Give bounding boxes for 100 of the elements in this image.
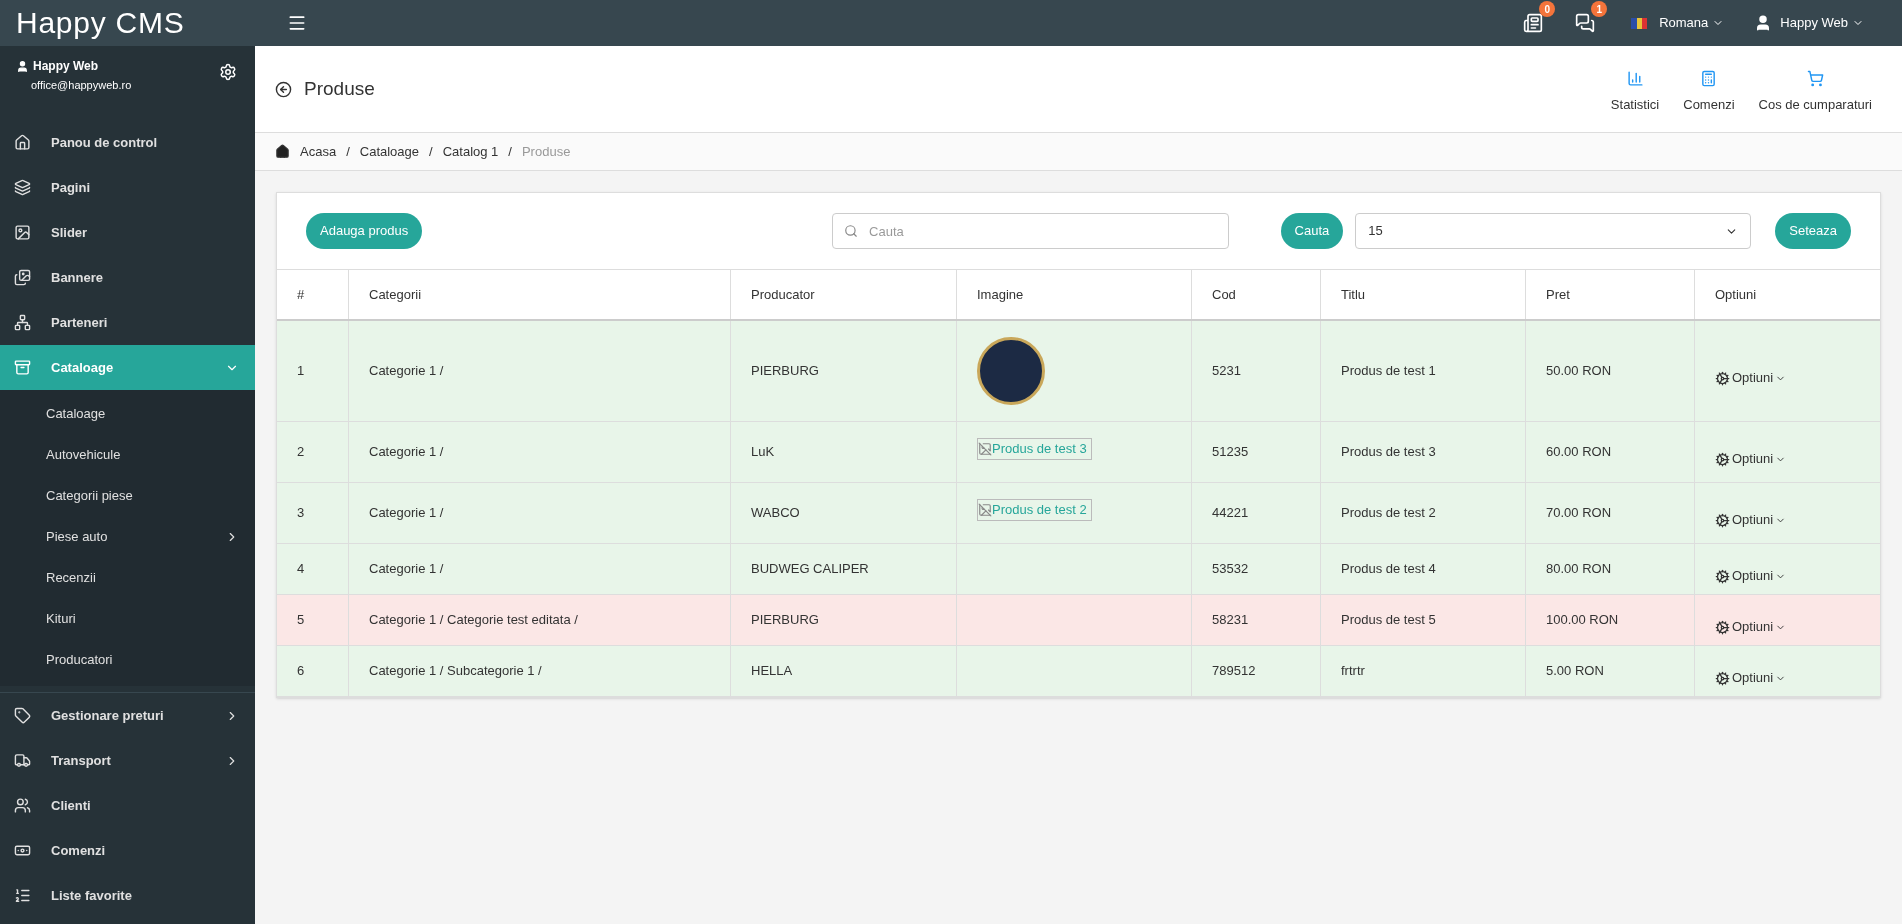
sidebar-item[interactable]: Slider xyxy=(0,210,255,255)
network-icon xyxy=(14,314,31,331)
column-header: Titlu xyxy=(1321,270,1526,319)
user-name: Happy Web xyxy=(33,58,99,75)
submenu-item[interactable]: Autovehicule xyxy=(0,434,255,475)
layers-icon xyxy=(14,179,31,196)
settings-icon[interactable] xyxy=(219,63,237,81)
table-cell-text: PIERBURG xyxy=(751,611,819,630)
table-cell-text: 789512 xyxy=(1212,662,1256,681)
submenu-item[interactable]: Cataloage xyxy=(0,393,255,434)
table-cell-text: 100.00 RON xyxy=(1546,611,1619,630)
column-header: Optiuni xyxy=(1714,285,1758,304)
gear-icon xyxy=(1715,512,1730,528)
table-cell-text: 5 xyxy=(297,611,305,630)
count-badge: 0 xyxy=(1539,1,1556,17)
sidebar-item[interactable]: Bannere xyxy=(0,255,255,300)
submenu-item[interactable]: Kituri xyxy=(0,598,255,639)
breadcrumb-link[interactable]: Cataloage xyxy=(359,141,420,162)
calculator-icon xyxy=(1700,69,1718,87)
column-header: Pret xyxy=(1526,270,1695,319)
table-cell-text: Produs de test 5 xyxy=(1341,611,1436,630)
table-cell-text: 70.00 RON xyxy=(1546,504,1612,523)
table-cell-text: 3 xyxy=(297,504,305,523)
flag-icon xyxy=(1631,17,1648,29)
count-badge: 1 xyxy=(1591,1,1608,17)
options-menu[interactable]: Optiuni xyxy=(1715,510,1787,530)
table-cell-text: Categorie 1 / xyxy=(369,362,444,381)
submenu-item[interactable]: Recenzii xyxy=(0,557,255,598)
sidebar-item[interactable]: Clienti xyxy=(0,783,255,828)
sidebar-item[interactable]: Transport xyxy=(0,738,255,783)
header-action[interactable]: Statistici xyxy=(1610,63,1660,115)
table-cell-text: 5231 xyxy=(1212,362,1241,381)
table-cell-text: 1 xyxy=(297,362,305,381)
bar-chart-icon xyxy=(1626,69,1644,87)
search-field[interactable]: Cauta xyxy=(832,213,1229,249)
gear-icon xyxy=(1715,568,1730,584)
table-cell-text: 5.00 RON xyxy=(1546,662,1604,681)
broken-image: Produs de test 3 xyxy=(977,438,1092,460)
options-menu[interactable]: Optiuni xyxy=(1715,617,1787,637)
logo[interactable]: Happy CMS xyxy=(16,8,185,38)
language-menu[interactable]: Romana xyxy=(1659,13,1725,33)
table-cell-text: Categorie 1 / xyxy=(369,560,444,579)
options-menu[interactable]: Optiuni xyxy=(1715,449,1787,469)
list-icon xyxy=(14,887,31,904)
table-cell-text: Produs de test 4 xyxy=(1341,560,1436,579)
column-header: Producator xyxy=(731,270,957,319)
breadcrumb-link[interactable]: Acasa xyxy=(300,141,337,162)
submenu-item[interactable]: Categorii piese xyxy=(0,475,255,516)
sidebar-item[interactable]: Gestionare preturi xyxy=(0,693,255,738)
table-cell-text: HELLA xyxy=(751,662,793,681)
users-icon xyxy=(14,797,31,814)
column-header: Categorii xyxy=(349,270,731,319)
submenu-item[interactable]: Producatori xyxy=(0,639,255,680)
tag-icon xyxy=(14,707,31,724)
sidebar-item[interactable]: Parteneri xyxy=(0,300,255,345)
table-cell-text: frtrtr xyxy=(1341,662,1365,681)
table-cell-text: BUDWEG CALIPER xyxy=(751,560,869,579)
sidebar-item[interactable]: Comenzi xyxy=(0,828,255,873)
table-cell-text: 50.00 RON xyxy=(1546,362,1612,381)
breadcrumb-link[interactable]: Catalog 1 xyxy=(442,141,499,162)
gear-icon xyxy=(1715,619,1730,635)
page-size-select[interactable]: 15 xyxy=(1355,213,1752,249)
table-cell-text: 51235 xyxy=(1212,443,1249,462)
user-icon xyxy=(16,59,29,73)
table-cell-text: Categorie 1 / xyxy=(369,504,444,523)
table-cell-text: Produs de test 3 xyxy=(1341,443,1436,462)
options-menu[interactable]: Optiuni xyxy=(1715,368,1787,388)
user-menu[interactable]: Happy Web xyxy=(1780,13,1864,33)
table-cell-text: 58231 xyxy=(1212,611,1249,630)
table-cell-text: Produs de test 1 xyxy=(1341,362,1436,381)
picture-icon xyxy=(14,224,31,241)
back-icon[interactable] xyxy=(275,80,292,98)
menu-icon[interactable] xyxy=(287,13,307,33)
breadcrumb-separator: / xyxy=(346,142,350,161)
options-menu[interactable]: Optiuni xyxy=(1715,668,1787,688)
table-cell-text: Categorie 1 / Subcategorie 1 / xyxy=(369,662,542,681)
sidebar-item[interactable]: Liste favorite xyxy=(0,873,255,918)
options-menu[interactable]: Optiuni xyxy=(1715,566,1787,586)
table-cell-text: Categorie 1 / Categorie test editata / xyxy=(369,611,578,630)
header-action[interactable]: Comenzi xyxy=(1683,63,1735,115)
sidebar-item[interactable]: Pagini xyxy=(0,165,255,210)
gear-icon xyxy=(1715,370,1730,386)
cart-icon xyxy=(1806,69,1824,87)
table-cell-text: 6 xyxy=(297,662,305,681)
table-cell-text: 44221 xyxy=(1212,504,1249,523)
table-cell-text: PIERBURG xyxy=(751,362,819,381)
header-action[interactable]: Cos de cumparaturi xyxy=(1758,63,1872,115)
sidebar-item[interactable]: Panou de control xyxy=(0,120,255,165)
user-email: office@happyweb.ro xyxy=(31,78,132,93)
submenu-item[interactable]: Piese auto xyxy=(0,516,255,557)
broken-image: Produs de test 2 xyxy=(977,499,1092,521)
column-header: Cod xyxy=(1192,270,1321,319)
house-icon xyxy=(14,134,31,151)
table-cell-text: 4 xyxy=(297,560,305,579)
table-cell-text: 80.00 RON xyxy=(1546,560,1612,579)
table-cell-text: Categorie 1 / xyxy=(369,443,444,462)
column-header: Imagine xyxy=(957,270,1192,319)
gear-icon xyxy=(1715,670,1730,686)
pictures-icon xyxy=(14,269,31,286)
table-cell-text: 53532 xyxy=(1212,560,1249,579)
